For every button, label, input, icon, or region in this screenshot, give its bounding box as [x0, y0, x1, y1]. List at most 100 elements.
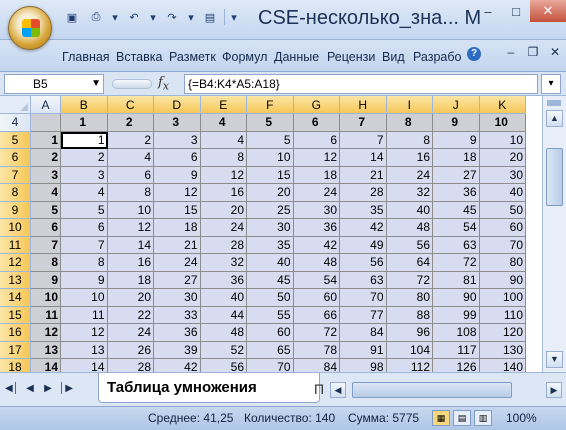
- normal-view-icon[interactable]: ▦: [432, 410, 450, 426]
- row-header-8[interactable]: 8: [0, 184, 31, 202]
- undo-icon[interactable]: ↶: [124, 8, 144, 26]
- cell-H12[interactable]: 56: [340, 254, 387, 272]
- cell-G9[interactable]: 30: [293, 201, 340, 219]
- cell-I7[interactable]: 24: [386, 166, 433, 184]
- cell-D13[interactable]: 27: [154, 271, 201, 289]
- cell-A4[interactable]: [31, 114, 61, 132]
- cell-B18[interactable]: 14: [61, 359, 108, 372]
- cell-G16[interactable]: 72: [293, 324, 340, 342]
- cell-I5[interactable]: 8: [386, 131, 433, 149]
- cell-D15[interactable]: 33: [154, 306, 201, 324]
- tab-home[interactable]: Главная: [62, 50, 110, 64]
- cell-C10[interactable]: 12: [107, 219, 154, 237]
- cell-E4[interactable]: 4: [200, 114, 247, 132]
- cell-F12[interactable]: 40: [247, 254, 294, 272]
- cell-A18[interactable]: 14: [31, 359, 61, 372]
- row-header-13[interactable]: 13: [0, 271, 31, 289]
- horizontal-scrollbar[interactable]: ◀ ▶: [330, 381, 562, 399]
- column-header-I[interactable]: I: [386, 96, 433, 114]
- cell-H7[interactable]: 21: [340, 166, 387, 184]
- redo-icon[interactable]: ↷: [162, 8, 182, 26]
- row-header-14[interactable]: 14: [0, 289, 31, 307]
- cell-B11[interactable]: 7: [61, 236, 108, 254]
- cell-G4[interactable]: 6: [293, 114, 340, 132]
- cell-F17[interactable]: 65: [247, 341, 294, 359]
- cell-B7[interactable]: 3: [61, 166, 108, 184]
- cell-C6[interactable]: 4: [107, 149, 154, 167]
- tab-view[interactable]: Вид: [382, 50, 405, 64]
- preview-icon[interactable]: ▤: [200, 8, 220, 26]
- next-sheet-icon[interactable]: ▶: [40, 381, 56, 397]
- cell-F7[interactable]: 15: [247, 166, 294, 184]
- cell-I4[interactable]: 8: [386, 114, 433, 132]
- cell-K6[interactable]: 20: [479, 149, 526, 167]
- cell-H11[interactable]: 49: [340, 236, 387, 254]
- cell-G13[interactable]: 54: [293, 271, 340, 289]
- tab-insert[interactable]: Вставка: [116, 50, 162, 64]
- scroll-right-icon[interactable]: ▶: [546, 382, 562, 398]
- cell-E11[interactable]: 28: [200, 236, 247, 254]
- cell-A17[interactable]: 13: [31, 341, 61, 359]
- cell-K18[interactable]: 140: [479, 359, 526, 372]
- cell-F9[interactable]: 25: [247, 201, 294, 219]
- cell-G10[interactable]: 36: [293, 219, 340, 237]
- worksheet-grid[interactable]: A B C D E F G H I J K 4 1 2 3 4 5 6 7 8 9 10 5 1 1 2 3 4 5 6 7 8 9 10 6 2 2 4…: [0, 96, 542, 372]
- split-handle[interactable]: [547, 100, 561, 106]
- cell-K10[interactable]: 60: [479, 219, 526, 237]
- cell-H16[interactable]: 84: [340, 324, 387, 342]
- column-header-E[interactable]: E: [200, 96, 247, 114]
- cell-J13[interactable]: 81: [433, 271, 480, 289]
- cell-C11[interactable]: 14: [107, 236, 154, 254]
- cell-G8[interactable]: 24: [293, 184, 340, 202]
- cell-A8[interactable]: 4: [31, 184, 61, 202]
- horizontal-scroll-thumb[interactable]: [352, 382, 512, 398]
- cell-A7[interactable]: 3: [31, 166, 61, 184]
- cell-E18[interactable]: 56: [200, 359, 247, 372]
- cell-G6[interactable]: 12: [293, 149, 340, 167]
- formula-bar-resize-handle[interactable]: [112, 79, 152, 89]
- cell-K14[interactable]: 100: [479, 289, 526, 307]
- cell-I14[interactable]: 80: [386, 289, 433, 307]
- cell-H9[interactable]: 35: [340, 201, 387, 219]
- chevron-down-icon[interactable]: ▼: [91, 75, 101, 93]
- column-header-D[interactable]: D: [154, 96, 201, 114]
- cell-A12[interactable]: 8: [31, 254, 61, 272]
- cell-J4[interactable]: 9: [433, 114, 480, 132]
- cell-E6[interactable]: 8: [200, 149, 247, 167]
- cell-D7[interactable]: 9: [154, 166, 201, 184]
- cell-B10[interactable]: 6: [61, 219, 108, 237]
- column-header-A[interactable]: A: [31, 96, 61, 114]
- cell-K7[interactable]: 30: [479, 166, 526, 184]
- cell-I6[interactable]: 16: [386, 149, 433, 167]
- tab-data[interactable]: Данные: [274, 50, 319, 64]
- cell-F6[interactable]: 10: [247, 149, 294, 167]
- cell-E15[interactable]: 44: [200, 306, 247, 324]
- row-header-15[interactable]: 15: [0, 306, 31, 324]
- cell-D6[interactable]: 6: [154, 149, 201, 167]
- cell-H4[interactable]: 7: [340, 114, 387, 132]
- cell-D9[interactable]: 15: [154, 201, 201, 219]
- cell-J10[interactable]: 54: [433, 219, 480, 237]
- cell-J5[interactable]: 9: [433, 131, 480, 149]
- row-header-9[interactable]: 9: [0, 201, 31, 219]
- first-sheet-icon[interactable]: ◀│: [4, 381, 20, 397]
- tab-page-layout[interactable]: Разметк: [169, 50, 216, 64]
- cell-K5[interactable]: 10: [479, 131, 526, 149]
- save-icon[interactable]: ▣: [62, 8, 82, 26]
- horizontal-scroll-track[interactable]: [512, 382, 546, 398]
- row-header-11[interactable]: 11: [0, 236, 31, 254]
- scroll-left-icon[interactable]: ◀: [330, 382, 346, 398]
- vertical-scroll-thumb[interactable]: [546, 148, 563, 206]
- cell-D8[interactable]: 12: [154, 184, 201, 202]
- minimize-icon[interactable]: –: [502, 44, 520, 60]
- cell-C16[interactable]: 24: [107, 324, 154, 342]
- cell-C8[interactable]: 8: [107, 184, 154, 202]
- row-header-17[interactable]: 17: [0, 341, 31, 359]
- cell-A11[interactable]: 7: [31, 236, 61, 254]
- cell-C4[interactable]: 2: [107, 114, 154, 132]
- cell-B8[interactable]: 4: [61, 184, 108, 202]
- row-header-10[interactable]: 10: [0, 219, 31, 237]
- cell-C14[interactable]: 20: [107, 289, 154, 307]
- cell-F16[interactable]: 60: [247, 324, 294, 342]
- cell-A9[interactable]: 5: [31, 201, 61, 219]
